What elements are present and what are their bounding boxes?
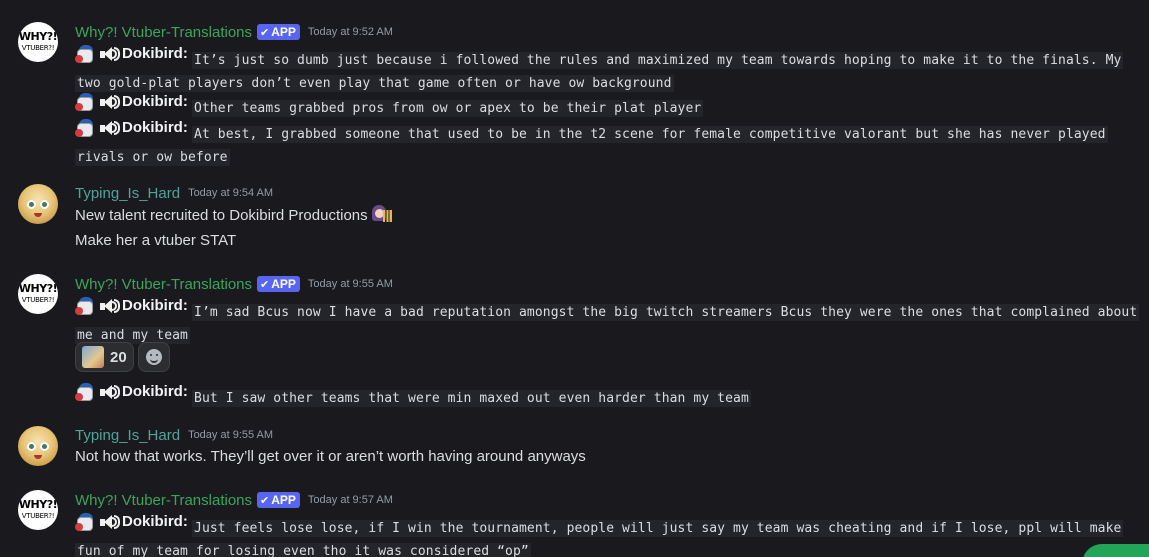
timestamp[interactable]: Today at 9:55 AM [308,278,393,290]
message-header: Typing_Is_Hard Today at 9:54 AM [75,183,273,203]
code-text: Other teams grabbed pros from ow or apex… [192,100,704,117]
app-badge: ✔ APP [257,276,300,292]
chat-log: WHY?! VTUBER?! Why?! Vtuber-Translations… [0,0,1149,557]
speaker-name: Dokibird: [122,93,188,110]
add-reaction-button[interactable] [137,342,170,372]
code-text: But I saw other teams that were min maxe… [192,390,751,407]
avatar[interactable]: WHY?! VTUBER?! [18,490,58,530]
badge-label: APP [271,25,296,39]
reaction-count: 20 [110,348,127,366]
author-name[interactable]: Why?! Vtuber-Translations [75,492,252,509]
avatar[interactable] [18,184,58,224]
speaker-prefix: Dokibird: [75,295,188,317]
speaker-icon [99,118,121,138]
app-badge: ✔ APP [257,24,300,40]
avatar[interactable]: WHY?! VTUBER?! [18,274,58,314]
speaker-icon [99,296,121,316]
speaker-prefix: Dokibird: [75,511,188,533]
message-line: Not how that works. They’ll get over it … [75,446,586,468]
message-line: Dokibird: It’s just so dumb just because… [75,43,1145,95]
check-icon: ✔ [260,278,270,291]
avatar-text: WHY?! [18,282,58,295]
message-header: Why?! Vtuber-Translations ✔ APP Today at … [75,274,393,294]
anime-emoji-icon [82,346,104,368]
avatar[interactable] [18,426,58,466]
speaker-name: Dokibird: [122,513,188,530]
reactions-bar: 20 [75,342,170,372]
message-line: New talent recruited to Dokibird Product… [75,204,392,227]
speaker-icon [99,382,121,402]
check-icon: ✔ [260,26,270,39]
code-text: At best, I grabbed someone that used to … [75,126,1108,166]
app-badge: ✔ APP [257,492,300,508]
author-name[interactable]: Typing_Is_Hard [75,427,180,444]
avatar-text: VTUBER?! [21,296,55,304]
message-line: Make her a vtuber STAT [75,230,236,252]
author-name[interactable]: Typing_Is_Hard [75,185,180,202]
check-icon: ✔ [260,494,270,507]
mascot-emoji-icon [75,512,97,532]
avatar-text: WHY?! [18,30,58,43]
vtuber-emoji-icon [370,204,392,224]
message-text: Make her a vtuber STAT [75,232,237,249]
avatar-text: WHY?! [18,498,58,511]
message-header: Why?! Vtuber-Translations ✔ APP Today at … [75,490,393,510]
speaker-name: Dokibird: [122,119,188,136]
badge-label: APP [271,493,296,507]
speaker-icon [99,92,121,112]
mascot-emoji-icon [75,296,97,316]
badge-label: APP [271,277,296,291]
message-line: Dokibird: Other teams grabbed pros from … [75,91,704,120]
avatar[interactable]: WHY?! VTUBER?! [18,22,58,62]
code-text: Just feels lose lose, if I win the tourn… [75,520,1124,557]
message-line: Dokibird: At best, I grabbed someone tha… [75,117,1145,169]
timestamp[interactable]: Today at 9:54 AM [188,187,273,199]
author-name[interactable]: Why?! Vtuber-Translations [75,276,252,293]
timestamp[interactable]: Today at 9:55 AM [188,429,273,441]
message-header: Typing_Is_Hard Today at 9:55 AM [75,425,273,445]
code-text: I’m sad Bcus now I have a bad reputation… [75,304,1140,344]
speaker-name: Dokibird: [122,45,188,62]
timestamp[interactable]: Today at 9:52 AM [308,26,393,38]
code-text: It’s just so dumb just because i followe… [75,52,1124,92]
message-text: New talent recruited to Dokibird Product… [75,207,368,224]
message-header: Why?! Vtuber-Translations ✔ APP Today at … [75,22,393,42]
speaker-prefix: Dokibird: [75,43,188,65]
avatar-text: VTUBER?! [21,44,55,52]
avatar-text: VTUBER?! [21,512,55,520]
add-reaction-icon [145,349,162,365]
speaker-icon [99,512,121,532]
speaker-icon [99,44,121,64]
scroll-to-bottom-button[interactable] [1082,544,1149,557]
mascot-emoji-icon [75,382,97,402]
speaker-name: Dokibird: [122,297,188,314]
reaction-button[interactable]: 20 [75,342,134,372]
speaker-prefix: Dokibird: [75,91,188,113]
speaker-prefix: Dokibird: [75,117,188,139]
speaker-prefix: Dokibird: [75,381,188,403]
message-line: Dokibird: But I saw other teams that wer… [75,381,751,410]
message-text: Not how that works. They’ll get over it … [75,448,586,465]
mascot-emoji-icon [75,44,97,64]
speaker-name: Dokibird: [122,383,188,400]
timestamp[interactable]: Today at 9:57 AM [308,494,393,506]
message-line: Dokibird: I’m sad Bcus now I have a bad … [75,295,1145,347]
message-line: Dokibird: Just feels lose lose, if I win… [75,511,1145,557]
author-name[interactable]: Why?! Vtuber-Translations [75,24,252,41]
mascot-emoji-icon [75,118,97,138]
mascot-emoji-icon [75,92,97,112]
